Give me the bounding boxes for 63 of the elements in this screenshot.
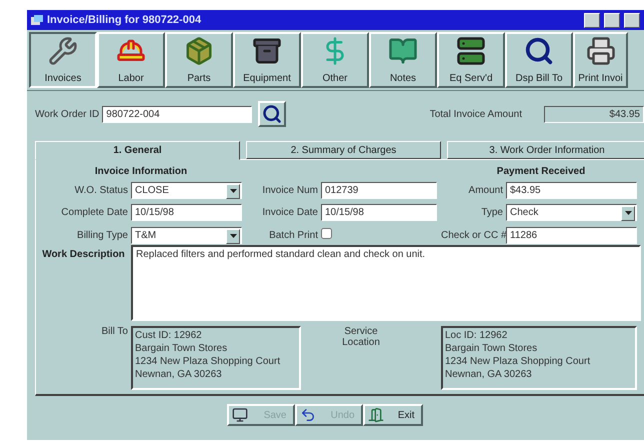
search-button[interactable] (258, 101, 286, 127)
computer-icon (232, 407, 248, 423)
field-label: Work Description (41, 249, 126, 260)
field-label: Invoice Date (261, 207, 319, 218)
toolbar-button[interactable]: Other (301, 32, 369, 88)
dropdown-arrow-icon[interactable] (230, 234, 236, 238)
field-label: Work Order ID (35, 108, 100, 120)
toolbar-button[interactable]: Parts (165, 32, 233, 88)
field-label: Bill To (100, 326, 129, 337)
app-icon (31, 14, 43, 26)
toolbar-button[interactable]: Equipment (233, 32, 301, 88)
field-label: Amount (468, 185, 504, 196)
field-label: Check or CC # (441, 230, 506, 240)
toolbar-button[interactable]: Eq Serv'd (437, 32, 505, 88)
field-label: Invoice Num (261, 185, 319, 196)
input-field[interactable]: 980722-004 (102, 106, 252, 122)
toolbar-button[interactable]: Dsp Bill To (505, 32, 573, 88)
input-field[interactable]: $43.95 (506, 182, 637, 199)
dropdown-field[interactable]: CLOSE (131, 182, 242, 199)
section-title: Payment Received (496, 166, 586, 177)
input-field[interactable]: 10/15/98 (131, 204, 242, 221)
search-icon (262, 104, 282, 124)
door-icon (368, 407, 384, 423)
tab[interactable]: 2. Summary of Charges (246, 141, 441, 159)
address-box: Loc ID: 12962 Bargain Town Stores 1234 New Plaza Shopping Court Newnan, GA 30263 (441, 326, 637, 390)
maximize-button[interactable] (604, 12, 620, 28)
field-label: Type (480, 207, 504, 218)
toolbar-button[interactable]: Notes (369, 32, 437, 88)
toolbar-icon (252, 36, 282, 66)
field-label: Service Location (341, 326, 381, 348)
input-field[interactable]: 012739 (321, 182, 437, 199)
undo-icon (300, 407, 316, 423)
dropdown-field[interactable]: T&M (131, 226, 242, 244)
input-field[interactable]: 11286 (506, 226, 637, 244)
toolbar-icon (456, 36, 486, 66)
minimize-button[interactable] (584, 12, 600, 28)
address-box: Cust ID: 12962 Bargain Town Stores 1234 New Plaza Shopping Court Newnan, GA 30263 (131, 326, 301, 390)
field-label: Complete Date (60, 207, 129, 218)
action-button[interactable]: Exit (362, 404, 422, 426)
toolbar-icon (524, 36, 554, 66)
dropdown-field[interactable]: Check (506, 204, 637, 221)
toolbar-icon (586, 36, 616, 66)
field-label: Batch Print (268, 230, 319, 240)
toolbar-button[interactable]: Print Invoi (573, 32, 628, 88)
section-title: Invoice Information (94, 166, 188, 177)
field-label: W.O. Status (74, 185, 129, 196)
toolbar-icon (388, 36, 418, 66)
checkbox[interactable] (321, 228, 332, 239)
toolbar-icon (48, 36, 78, 66)
dropdown-arrow-icon[interactable] (230, 189, 236, 194)
field-label: Total Invoice Amount (430, 108, 523, 120)
dropdown-arrow-icon[interactable] (624, 211, 632, 216)
total-amount-field: $43.95 (544, 106, 644, 122)
description-field[interactable]: Replaced filters and performed standard clean and check on unit. (131, 245, 641, 321)
close-button[interactable] (624, 12, 640, 28)
field-label: Billing Type (76, 230, 129, 240)
window-title: Invoice/Billing for 980722-004 (47, 14, 202, 26)
input-field[interactable]: 10/15/98 (321, 204, 437, 221)
toolbar-button[interactable]: Invoices (29, 32, 97, 88)
toolbar-icon (184, 36, 214, 66)
tab[interactable]: 1. General (35, 141, 240, 160)
toolbar-button[interactable]: Labor (97, 32, 165, 88)
tab[interactable]: 3. Work Order Information (447, 141, 644, 159)
